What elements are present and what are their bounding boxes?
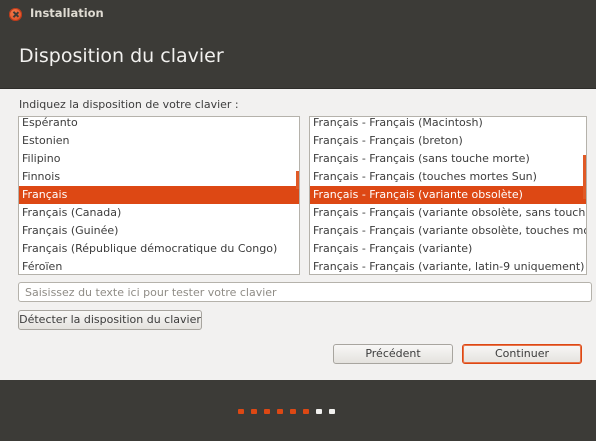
progress-dot: [290, 409, 296, 414]
variant-list[interactable]: Français - Français (Macintosh) Français …: [309, 116, 587, 275]
layout-list-item[interactable]: Finnois: [19, 168, 299, 186]
variant-list-item[interactable]: Français - Français (variante obsolète): [310, 186, 586, 204]
progress-dot: [329, 409, 335, 414]
layout-list-item[interactable]: Féroïen: [19, 258, 299, 274]
progress-dot: [251, 409, 257, 414]
page-header: Disposition du clavier: [0, 28, 596, 89]
progress-dot: [303, 409, 309, 414]
layout-list-item[interactable]: Français (Guinée): [19, 222, 299, 240]
layout-list-item[interactable]: Français (République démocratique du Con…: [19, 240, 299, 258]
variant-list-scroll-indicator[interactable]: [583, 155, 586, 199]
layout-list-item[interactable]: Français (Canada): [19, 204, 299, 222]
progress-dot: [277, 409, 283, 414]
page-title: Disposition du clavier: [19, 45, 224, 67]
variant-list-item[interactable]: Français - Français (variante obsolète, …: [310, 204, 586, 222]
layout-list-scroll-indicator[interactable]: [296, 171, 299, 189]
window-titlebar: Installation: [0, 0, 596, 28]
previous-button[interactable]: Précédent: [333, 344, 453, 364]
layout-prompt-label: Indiquez la disposition de votre clavier…: [19, 98, 239, 111]
variant-list-item[interactable]: Français - Français (variante): [310, 240, 586, 258]
layout-list-item[interactable]: Estonien: [19, 132, 299, 150]
progress-dot: [238, 409, 244, 414]
variant-list-item[interactable]: Français - Français (sans touche morte): [310, 150, 586, 168]
progress-dot: [264, 409, 270, 414]
variant-list-item[interactable]: Français - Français (Macintosh): [310, 117, 586, 132]
variant-list-item[interactable]: Français - Français (variante obsolète, …: [310, 222, 586, 240]
progress-dot: [316, 409, 322, 414]
layout-list[interactable]: Espéranto Estonien Filipino Finnois Français…: [18, 116, 300, 275]
progress-footer: [0, 380, 596, 441]
variant-list-item[interactable]: Français - Français (breton): [310, 132, 586, 150]
variant-list-item[interactable]: Français - Français (variante, latin-9 u…: [310, 258, 586, 274]
layout-list-item[interactable]: Espéranto: [19, 117, 299, 132]
continue-button[interactable]: Continuer: [462, 344, 582, 364]
keyboard-test-input[interactable]: [18, 282, 592, 302]
main-content: Indiquez la disposition de votre clavier…: [0, 89, 596, 380]
detect-layout-button[interactable]: Détecter la disposition du clavier: [18, 310, 202, 330]
layout-list-item[interactable]: Filipino: [19, 150, 299, 168]
variant-list-item[interactable]: Français - Français (touches mortes Sun): [310, 168, 586, 186]
window-title: Installation: [30, 6, 104, 20]
layout-list-item[interactable]: Français: [19, 186, 299, 204]
close-icon[interactable]: [9, 8, 22, 21]
progress-dots: [238, 409, 335, 414]
